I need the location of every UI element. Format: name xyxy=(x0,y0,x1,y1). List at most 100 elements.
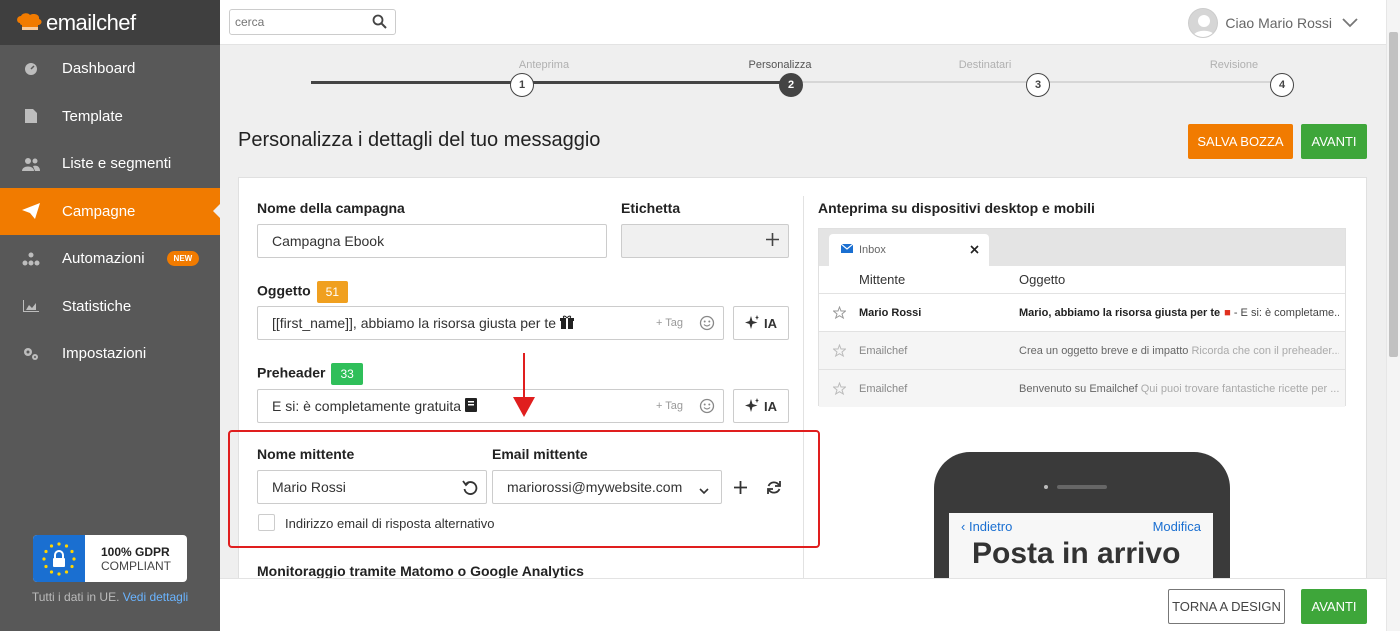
sidebar-item-label: Campagne xyxy=(62,202,136,220)
sidebar-item-campagne[interactable]: Campagne xyxy=(0,187,220,235)
bottom-action-bar: TORNA A DESIGN AVANTI xyxy=(220,578,1386,631)
desktop-inbox-preview: Inbox Mittente Oggetto Mario Rossi Mario… xyxy=(818,228,1346,407)
inbox-header-row: Mittente Oggetto xyxy=(819,266,1345,293)
sidebar-item-automazioni[interactable]: Automazioni NEW xyxy=(0,235,220,283)
preview-title: Anteprima su dispositivi desktop e mobil… xyxy=(818,200,1095,216)
subject-ai-button[interactable]: IA xyxy=(733,306,789,340)
emoji-icon[interactable] xyxy=(699,398,715,417)
step-label: Destinatari xyxy=(958,59,1012,71)
gdpr-details-link[interactable]: Vedi dettagli xyxy=(123,590,188,604)
automation-icon xyxy=(0,252,62,266)
sidebar-item-label: Statistiche xyxy=(62,297,132,315)
eu-flag-icon xyxy=(33,535,85,582)
star-icon xyxy=(832,381,847,398)
subject-input[interactable]: [[first_name]], abbiamo la risorsa giust… xyxy=(257,306,724,340)
close-icon xyxy=(970,245,979,257)
phone-back-label: Indietro xyxy=(968,519,1013,534)
inbox-tab: Inbox xyxy=(829,234,989,266)
row-subject-line: Benvenuto su Emailchef Qui puoi trovare … xyxy=(1019,383,1339,395)
row-snippet: - E si: è completame... xyxy=(1230,307,1339,319)
envelope-icon xyxy=(840,243,854,256)
dashboard-icon xyxy=(0,62,62,76)
preheader-label-text: Preheader xyxy=(257,364,326,381)
row-sender: Emailchef xyxy=(859,383,908,395)
preheader-char-count: 33 xyxy=(331,363,363,385)
sidebar-item-liste[interactable]: Liste e segmenti xyxy=(0,140,220,188)
gift-icon xyxy=(560,315,575,332)
gdpr-subtitle: COMPLIANT xyxy=(101,558,172,573)
step-number: 2 xyxy=(779,73,803,97)
column-subject: Oggetto xyxy=(1019,272,1066,287)
step-revisione[interactable]: Revisione 4 xyxy=(1179,59,1294,97)
phone-edit-link: Modifica xyxy=(1152,519,1201,534)
sidebar-item-template[interactable]: Template xyxy=(0,93,220,141)
gdpr-note: Tutti i dati in UE. Vedi dettagli xyxy=(0,590,220,604)
step-label: Revisione xyxy=(1209,59,1259,71)
campaign-name-input[interactable]: Campagna Ebook xyxy=(257,224,607,258)
gdpr-badge: 100% GDPR COMPLIANT xyxy=(33,535,187,582)
search-input[interactable] xyxy=(230,10,365,34)
ai-label: IA xyxy=(764,398,777,414)
campaign-name-label: Nome della campagna xyxy=(257,200,405,216)
sidebar-item-dashboard[interactable]: Dashboard xyxy=(0,45,220,93)
step-number: 1 xyxy=(510,73,534,97)
stepper: Anteprima 1 Personalizza 2 Destinatari 3… xyxy=(311,59,1296,99)
search-box xyxy=(229,9,396,35)
add-tag-link[interactable]: + Tag xyxy=(656,400,683,412)
sidebar-item-label: Automazioni xyxy=(62,250,145,268)
users-icon xyxy=(0,157,62,171)
next-button-bottom[interactable]: AVANTI xyxy=(1301,589,1367,624)
add-tag-link[interactable]: + Tag xyxy=(656,317,683,329)
step-personalizza[interactable]: Personalizza 2 xyxy=(725,59,835,97)
sparkle-icon xyxy=(745,314,759,332)
chart-icon xyxy=(0,300,62,313)
arrow-down-annotation xyxy=(511,353,537,424)
template-icon xyxy=(0,109,62,124)
mobile-preview-phone: ‹ Indietro Modifica Posta in arrivo xyxy=(934,452,1230,598)
plus-icon[interactable] xyxy=(765,232,780,250)
scrollbar-thumb[interactable] xyxy=(1389,32,1398,357)
sidebar-item-label: Impostazioni xyxy=(62,345,147,363)
tag-label: Etichetta xyxy=(621,200,681,216)
preheader-ai-button[interactable]: IA xyxy=(733,389,789,423)
logo[interactable]: emailchef xyxy=(0,0,220,45)
step-anteprima[interactable]: Anteprima 1 xyxy=(489,59,599,97)
next-button-top[interactable]: AVANTI xyxy=(1301,124,1367,159)
logo-text: emailchef xyxy=(46,9,136,35)
subject-label: Oggetto 51 xyxy=(257,281,349,303)
back-to-design-button[interactable]: TORNA A DESIGN xyxy=(1168,589,1285,624)
inbox-tabbar: Inbox xyxy=(819,229,1345,266)
preheader-value: E si: è completamente gratuita xyxy=(272,398,462,414)
tag-input[interactable] xyxy=(621,224,789,258)
campaign-name-value: Campagna Ebook xyxy=(272,233,385,249)
phone-heading: Posta in arrivo xyxy=(972,537,1181,570)
chef-hat-icon xyxy=(16,12,42,33)
inbox-row: Emailchef Crea un oggetto breve e di imp… xyxy=(819,331,1345,369)
gift-emoji-icon: ■ xyxy=(1224,307,1231,319)
search-icon[interactable] xyxy=(372,14,387,34)
step-number: 3 xyxy=(1026,73,1050,97)
scrollbar[interactable] xyxy=(1386,0,1400,631)
step-destinatari[interactable]: Destinatari 3 xyxy=(930,59,1050,97)
phone-back-link: ‹ Indietro xyxy=(961,519,1013,534)
subject-char-count: 51 xyxy=(316,281,349,303)
row-snippet: Qui puoi trovare fantastiche ricette per… xyxy=(1137,383,1339,395)
sidebar-item-statistiche[interactable]: Statistiche xyxy=(0,283,220,331)
star-icon xyxy=(832,305,847,322)
sender-highlight-box xyxy=(228,430,820,548)
inbox-tab-label: Inbox xyxy=(859,244,886,256)
new-badge: NEW xyxy=(166,251,200,267)
ai-label: IA xyxy=(764,315,777,331)
row-subject: Crea un oggetto breve e di impatto xyxy=(1019,345,1189,357)
save-draft-button[interactable]: SALVA BOZZA xyxy=(1188,124,1293,159)
phone-camera xyxy=(1044,485,1048,489)
preheader-input[interactable]: E si: è completamente gratuita + Tag xyxy=(257,389,724,423)
inbox-row: Emailchef Benvenuto su Emailchef Qui puo… xyxy=(819,369,1345,407)
sidebar-item-impostazioni[interactable]: Impostazioni xyxy=(0,330,220,378)
row-subject: Benvenuto su Emailchef xyxy=(1019,383,1138,395)
sparkle-icon xyxy=(745,397,759,415)
sidebar-item-label: Template xyxy=(62,107,123,125)
user-menu[interactable]: Ciao Mario Rossi xyxy=(1188,8,1358,38)
emoji-icon[interactable] xyxy=(699,315,715,334)
topbar: Ciao Mario Rossi xyxy=(220,0,1386,45)
